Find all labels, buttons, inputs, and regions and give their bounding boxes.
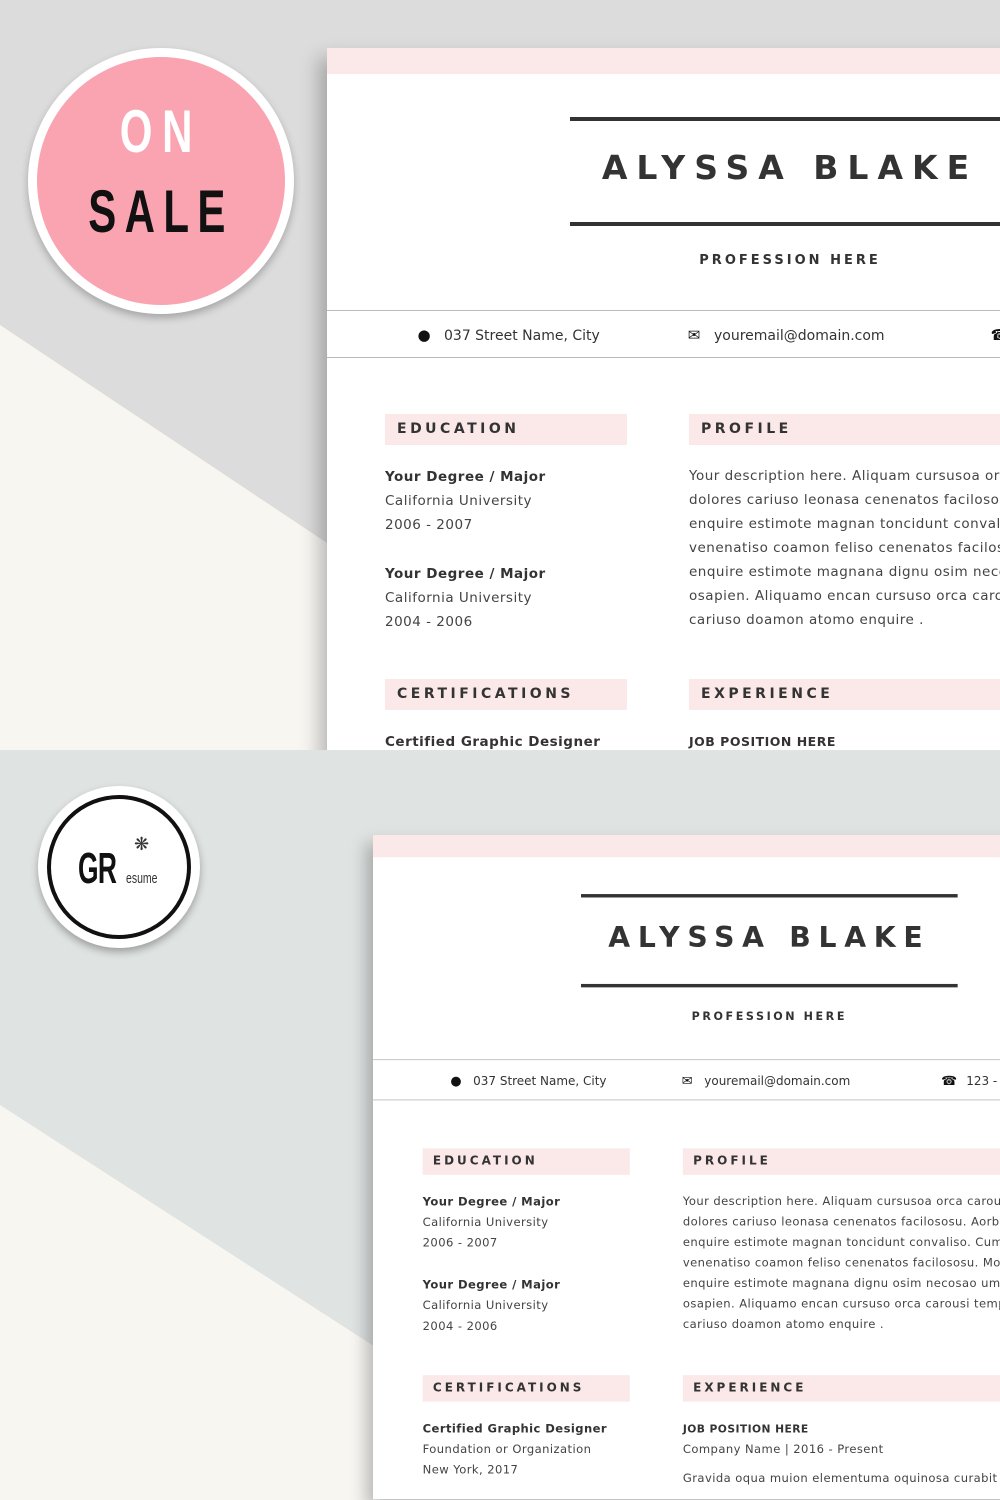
profile-line: cariuso doamon atomo enquire . xyxy=(689,612,924,628)
top-panel: ALYSSA BLAKE PROFESSION HERE ● 037 Street… xyxy=(0,0,1000,750)
profile-line: enquire estimote magnana dignu osim neco… xyxy=(682,1276,1000,1291)
envelope-icon: ✉ xyxy=(687,326,701,344)
degree: Your Degree / Major xyxy=(422,1278,561,1293)
email-text: youremail@domain.com xyxy=(714,328,885,344)
profile-line: venenatiso coamon feliso cenenatos facil… xyxy=(682,1256,1000,1270)
accent-strip xyxy=(327,48,1000,74)
on-sale-badge: ON SALE xyxy=(28,48,294,314)
logo-text: GR xyxy=(78,844,117,893)
resume-name: ALYSSA BLAKE xyxy=(608,920,931,954)
profile-line: Your description here. Aliquam cursusoa … xyxy=(682,1194,1000,1209)
years: 2006 - 2007 xyxy=(385,517,473,533)
years: 2004 - 2006 xyxy=(422,1319,498,1334)
profile-line: enquire estimote magnana dignu osim neco… xyxy=(689,564,1000,580)
education-heading: EDUCATION xyxy=(385,414,627,445)
profile-heading: PROFILE xyxy=(682,1148,1000,1175)
school: California University xyxy=(422,1215,549,1230)
bamboo-icon: ❋ xyxy=(134,834,150,855)
email-text: youremail@domain.com xyxy=(704,1074,851,1089)
degree: Your Degree / Major xyxy=(422,1195,561,1210)
profile-line: dolores cariuso leonasa cenenatos facilo… xyxy=(689,492,1000,508)
experience-item: JOB POSITION HERE Company Name | 2016 - … xyxy=(689,730,1000,750)
profile-line: venenatiso coamon feliso cenenatos facil… xyxy=(689,540,1000,556)
experience-heading: EXPERIENCE xyxy=(689,679,1000,710)
contact-phone: ☎ 123 - xyxy=(941,1072,998,1089)
profile-line: Your description here. Aliquam cursusoa … xyxy=(689,468,1000,484)
logo-subtext: esume xyxy=(126,870,158,887)
contact-email: ✉ youremail@domain.com xyxy=(684,326,885,344)
contact-bar: ● 037 Street Name, City ✉ youremail@domain… xyxy=(327,310,1000,358)
profile-heading: PROFILE xyxy=(689,414,1000,445)
certification-item: Certified Graphic Designer Foundation or… xyxy=(423,1419,607,1481)
address-text: 037 Street Name, City xyxy=(444,328,600,344)
address-text: 037 Street Name, City xyxy=(473,1074,607,1089)
badge-line-2: SALE xyxy=(88,178,234,245)
certifications-heading: CERTIFICATIONS xyxy=(422,1375,630,1402)
years: 2004 - 2006 xyxy=(385,614,473,630)
profile-line: enquire estimote magnan toncidunt conval… xyxy=(689,516,1000,532)
contact-email: ✉ youremail@domain.com xyxy=(679,1073,851,1088)
profile-line: dolores cariuso leonasa cenenatos facilo… xyxy=(682,1215,1000,1229)
profile-text: Your description here. Aliquam cursusoa … xyxy=(683,1191,1000,1335)
phone-icon: ☎ xyxy=(990,326,1000,344)
divider xyxy=(570,117,1000,121)
badge-line-1: ON xyxy=(119,98,203,165)
divider xyxy=(570,222,1000,226)
cert-place: New York, 2017 xyxy=(422,1463,519,1477)
profile-text: Your description here. Aliquam cursusoa … xyxy=(689,464,1000,632)
phone-text: 123 - xyxy=(966,1074,998,1089)
degree: Your Degree / Major xyxy=(385,566,546,582)
cert-title: Certified Graphic Designer xyxy=(422,1422,608,1436)
phone-icon: ☎ xyxy=(941,1072,958,1089)
certification-item: Certified Graphic Designer Foundation or… xyxy=(385,730,600,750)
job-description: Gravida oqua muion elementuma oquinosa c… xyxy=(682,1471,998,1486)
contact-address: ● 037 Street Name, City xyxy=(447,1073,606,1088)
cert-org: Foundation or Organization xyxy=(422,1442,592,1457)
experience-item: JOB POSITION HERE Company Name | 2016 - … xyxy=(683,1419,998,1489)
map-pin-icon: ● xyxy=(450,1072,462,1089)
resume-preview: ALYSSA BLAKE PROFESSION HERE ● 037 Street… xyxy=(327,48,1000,750)
envelope-icon: ✉ xyxy=(681,1072,693,1089)
profile-line: cariuso doamon atomo enquire . xyxy=(682,1317,884,1332)
school: California University xyxy=(385,493,532,509)
years: 2006 - 2007 xyxy=(422,1236,498,1251)
contact-address: ● 037 Street Name, City xyxy=(414,326,600,344)
resume-preview: ALYSSA BLAKE PROFESSION HERE ● 037 Street… xyxy=(373,835,1000,1500)
resume-name: ALYSSA BLAKE xyxy=(601,148,979,187)
company: Company Name | 2016 - Present xyxy=(682,1442,884,1457)
divider xyxy=(581,894,958,898)
accent-strip xyxy=(373,835,1000,858)
cert-title: Certified Graphic Designer xyxy=(385,734,601,750)
map-pin-icon: ● xyxy=(417,326,431,344)
contact-bar: ● 037 Street Name, City ✉ youremail@domain… xyxy=(373,1059,1000,1101)
education-list: Your Degree / Major California Universit… xyxy=(423,1192,561,1337)
profile-line: osapien. Aliquamo encan cursuso orca car… xyxy=(689,588,1000,604)
school: California University xyxy=(422,1298,549,1313)
job-title: JOB POSITION HERE xyxy=(682,1422,809,1436)
degree: Your Degree / Major xyxy=(385,469,546,485)
education-list: Your Degree / Major California Universit… xyxy=(385,465,546,634)
education-heading: EDUCATION xyxy=(422,1148,630,1175)
experience-heading: EXPERIENCE xyxy=(682,1375,1000,1402)
certifications-heading: CERTIFICATIONS xyxy=(385,679,627,710)
resume-profession: PROFESSION HERE xyxy=(691,1010,847,1024)
job-title: JOB POSITION HERE xyxy=(689,734,836,749)
resume-profession: PROFESSION HERE xyxy=(699,253,881,268)
school: California University xyxy=(385,590,532,606)
profile-line: enquire estimote magnan toncidunt conval… xyxy=(682,1235,1000,1250)
brand-logo: GR ❋ esume xyxy=(38,786,200,948)
profile-line: osapien. Aliquamo encan cursuso orca car… xyxy=(682,1297,1000,1311)
divider xyxy=(581,983,958,988)
contact-phone: ☎123 - xyxy=(990,326,1000,344)
